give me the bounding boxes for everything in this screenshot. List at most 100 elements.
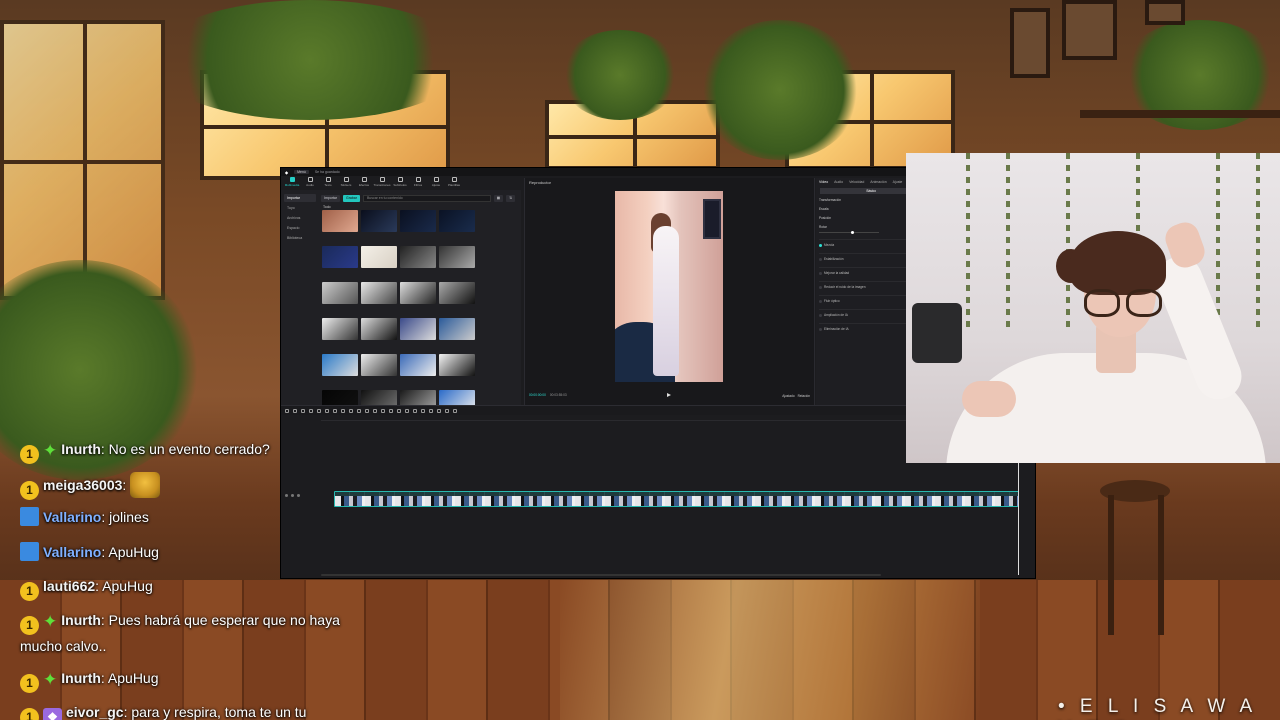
timeline-tool-icon[interactable] xyxy=(397,408,401,413)
media-thumbnail[interactable] xyxy=(361,354,397,384)
tool-sticker[interactable]: Stickers xyxy=(338,177,354,189)
tool-templates[interactable]: Plantillas xyxy=(446,177,462,189)
media-sidebar-item[interactable]: Tuyo xyxy=(284,204,316,212)
media-thumbnail[interactable] xyxy=(322,354,358,384)
player-control[interactable]: Relación xyxy=(798,394,810,398)
media-thumbnail[interactable] xyxy=(400,282,436,312)
timeline-tool-icon[interactable] xyxy=(429,408,433,413)
timeline-tool-icon[interactable] xyxy=(309,408,313,413)
media-thumbnail[interactable] xyxy=(322,318,358,348)
media-thumbnail[interactable] xyxy=(400,246,436,276)
media-thumbnail[interactable] xyxy=(439,210,475,240)
tier-badge-icon: 1 xyxy=(20,616,39,635)
chat-message: 1 ✦ Inurth: ApuHug xyxy=(20,667,340,693)
video-preview[interactable] xyxy=(615,191,723,382)
toggle-icon[interactable] xyxy=(819,327,822,331)
timeline-tool-icon[interactable] xyxy=(413,408,417,413)
timeline-tool-icon[interactable] xyxy=(349,408,353,413)
view-toggle-icon[interactable]: ▦ xyxy=(493,194,504,202)
inspector-tab[interactable]: Animación xyxy=(870,180,886,184)
timeline-scrollbar[interactable] xyxy=(321,574,881,576)
timeline-tool-icon[interactable] xyxy=(317,408,321,413)
chat-username[interactable]: meiga36003 xyxy=(43,477,122,493)
media-thumbnail[interactable] xyxy=(361,246,397,276)
chat-username[interactable]: Inurth xyxy=(61,441,101,457)
timeline-tool-icon[interactable] xyxy=(389,408,393,413)
toggle-icon[interactable] xyxy=(819,271,822,275)
media-thumbnail[interactable] xyxy=(400,354,436,384)
media-search-input[interactable]: Buscar en tu contenido xyxy=(362,194,491,202)
timeline-tool-icon[interactable] xyxy=(373,408,377,413)
sort-icon[interactable]: ⇅ xyxy=(506,194,515,202)
media-thumbnail[interactable] xyxy=(361,282,397,312)
tool-label: Ajuste xyxy=(431,183,441,187)
inspector-tab[interactable]: Vídeo xyxy=(819,180,828,184)
media-thumbnail[interactable] xyxy=(439,318,475,348)
media-thumbnail[interactable] xyxy=(361,318,397,348)
tool-transitions[interactable]: Transiciones xyxy=(374,177,390,189)
chat-username[interactable]: eivor_gc xyxy=(66,704,124,720)
timeline-tool-icon[interactable] xyxy=(285,408,289,413)
timeline-tool-icon[interactable] xyxy=(437,408,441,413)
media-thumbnail[interactable] xyxy=(322,210,358,240)
timeline-tool-icon[interactable] xyxy=(357,408,361,413)
inspector-tab[interactable]: Velocidad xyxy=(849,180,864,184)
thumbnail-image xyxy=(322,210,358,232)
import-button[interactable]: Importar xyxy=(321,194,341,202)
inspector-tab[interactable]: Ajuste xyxy=(893,180,903,184)
media-sidebar-item[interactable]: Biblioteca xyxy=(284,234,316,242)
chat-username[interactable]: Vallarino xyxy=(43,544,101,560)
chat-username[interactable]: Inurth xyxy=(61,612,101,628)
preview-person xyxy=(653,226,679,376)
timeline-tool-icon[interactable] xyxy=(341,408,345,413)
media-thumbnail[interactable] xyxy=(400,318,436,348)
timeline-tool-icon[interactable] xyxy=(405,408,409,413)
inspector-tab[interactable]: Audio xyxy=(834,180,843,184)
tool-media[interactable]: Multimedia xyxy=(284,177,300,189)
tool-effects[interactable]: Efectos xyxy=(356,177,372,189)
tool-audio[interactable]: Audio xyxy=(302,177,318,189)
sticker-icon xyxy=(343,177,349,182)
media-sidebar-item[interactable]: Espacio xyxy=(284,224,316,232)
tool-adjust[interactable]: Ajuste xyxy=(428,177,444,189)
timeline-tool-icon[interactable] xyxy=(445,408,449,413)
chat-username[interactable]: lauti662 xyxy=(43,578,95,594)
chat-message: 1 meiga36003: xyxy=(20,472,340,500)
media-thumbnail[interactable] xyxy=(322,282,358,312)
toggle-icon[interactable] xyxy=(819,299,822,303)
media-thumbnail[interactable] xyxy=(439,282,475,312)
toggle-icon[interactable] xyxy=(819,257,822,261)
menu-button[interactable]: Menú xyxy=(294,170,309,174)
toggle-icon[interactable] xyxy=(819,243,822,247)
timeline-tool-icon[interactable] xyxy=(293,408,297,413)
timeline-tool-icon[interactable] xyxy=(301,408,305,413)
record-tab[interactable]: Grabar xyxy=(343,194,360,202)
main-video-track[interactable] xyxy=(334,491,1019,507)
media-thumbnail[interactable] xyxy=(400,210,436,240)
media-sidebar-item[interactable]: Archivos xyxy=(284,214,316,222)
player-control[interactable]: Ajustado xyxy=(782,394,794,398)
tool-text[interactable]: Texto xyxy=(320,177,336,189)
media-sidebar-item[interactable]: Importar xyxy=(284,194,316,202)
media-thumbnail[interactable] xyxy=(322,246,358,276)
scale-slider[interactable] xyxy=(819,231,879,234)
timeline-tool-icon[interactable] xyxy=(381,408,385,413)
timeline-tool-icon[interactable] xyxy=(365,408,369,413)
media-thumbnail[interactable] xyxy=(439,246,475,276)
timeline-tool-icon[interactable] xyxy=(421,408,425,413)
tool-captions[interactable]: Subtítulos xyxy=(392,177,408,189)
effects-icon xyxy=(361,177,367,182)
play-icon[interactable] xyxy=(667,393,671,397)
chat-message: 1 ✦ Inurth: No es un evento cerrado? xyxy=(20,438,340,464)
timeline-tool-icon[interactable] xyxy=(333,408,337,413)
toggle-icon[interactable] xyxy=(819,313,822,317)
chat-username[interactable]: Vallarino xyxy=(43,509,101,525)
media-thumbnail[interactable] xyxy=(439,354,475,384)
media-thumbnail[interactable] xyxy=(361,210,397,240)
media-all-label: Todo xyxy=(323,205,331,209)
timeline-tool-icon[interactable] xyxy=(453,408,457,413)
toggle-icon[interactable] xyxy=(819,285,822,289)
chat-username[interactable]: Inurth xyxy=(61,670,101,686)
tool-filters[interactable]: Filtros xyxy=(410,177,426,189)
timeline-tool-icon[interactable] xyxy=(325,408,329,413)
